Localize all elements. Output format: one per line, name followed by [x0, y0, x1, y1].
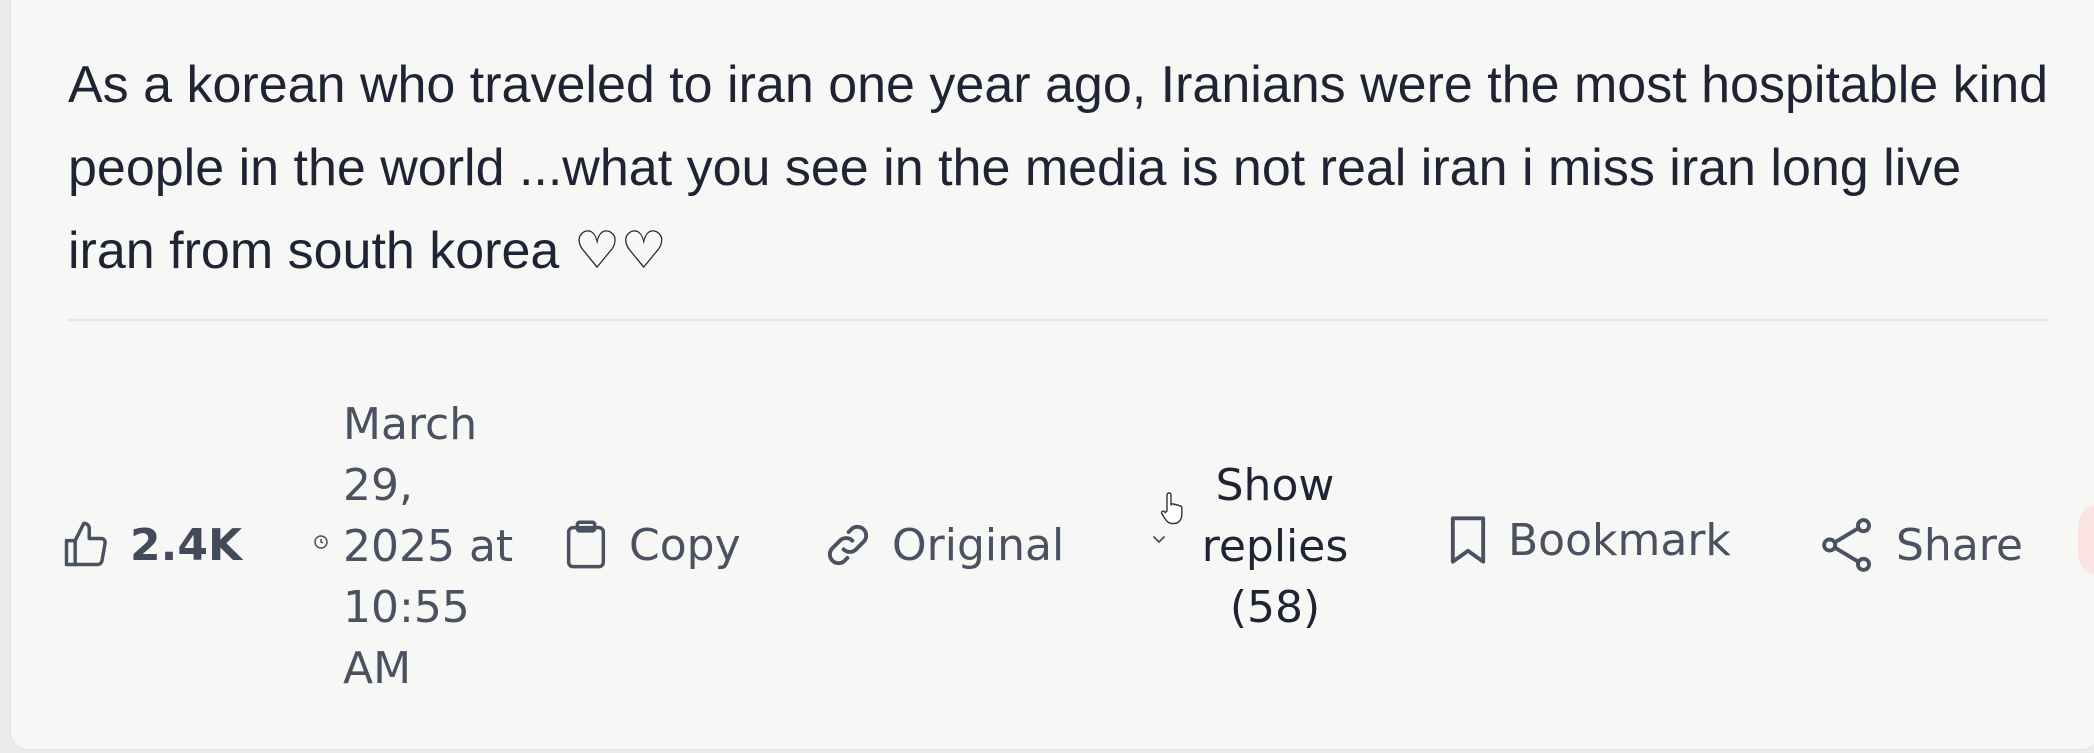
clock-icon [314, 535, 328, 549]
share-icon [1822, 518, 1871, 572]
copy-label: Copy [629, 519, 741, 571]
original-label: Original [892, 519, 1065, 571]
bookmark-icon [1450, 516, 1486, 564]
divider [68, 319, 2048, 321]
clipboard-icon [566, 520, 606, 569]
link-icon [827, 524, 869, 566]
thumbs-up-icon [64, 521, 107, 567]
share-label: Share [1896, 519, 2023, 571]
comment-card: As a korean who traveled to iran one yea… [10, 0, 2094, 750]
copy-button[interactable]: Copy [563, 515, 741, 575]
chevron-down-icon[interactable] [1150, 532, 1168, 546]
bookmark-label: Bookmark [1508, 514, 1731, 566]
bookmark-button[interactable]: Bookmark [1448, 510, 1731, 570]
original-link-button[interactable]: Original [822, 515, 1064, 575]
show-replies-button[interactable]: Show replies (58) [1195, 455, 1355, 638]
hand-cursor-icon [1160, 492, 1183, 525]
timestamp: March 29, 2025 at 10:55 AM [343, 399, 514, 694]
share-button[interactable]: Share [1820, 515, 2023, 575]
like-button[interactable]: 2.4K [58, 515, 242, 575]
like-count: 2.4K [130, 519, 243, 571]
floating-button-edge[interactable] [2078, 505, 2094, 575]
comment-text: As a korean who traveled to iran one yea… [68, 56, 2049, 280]
